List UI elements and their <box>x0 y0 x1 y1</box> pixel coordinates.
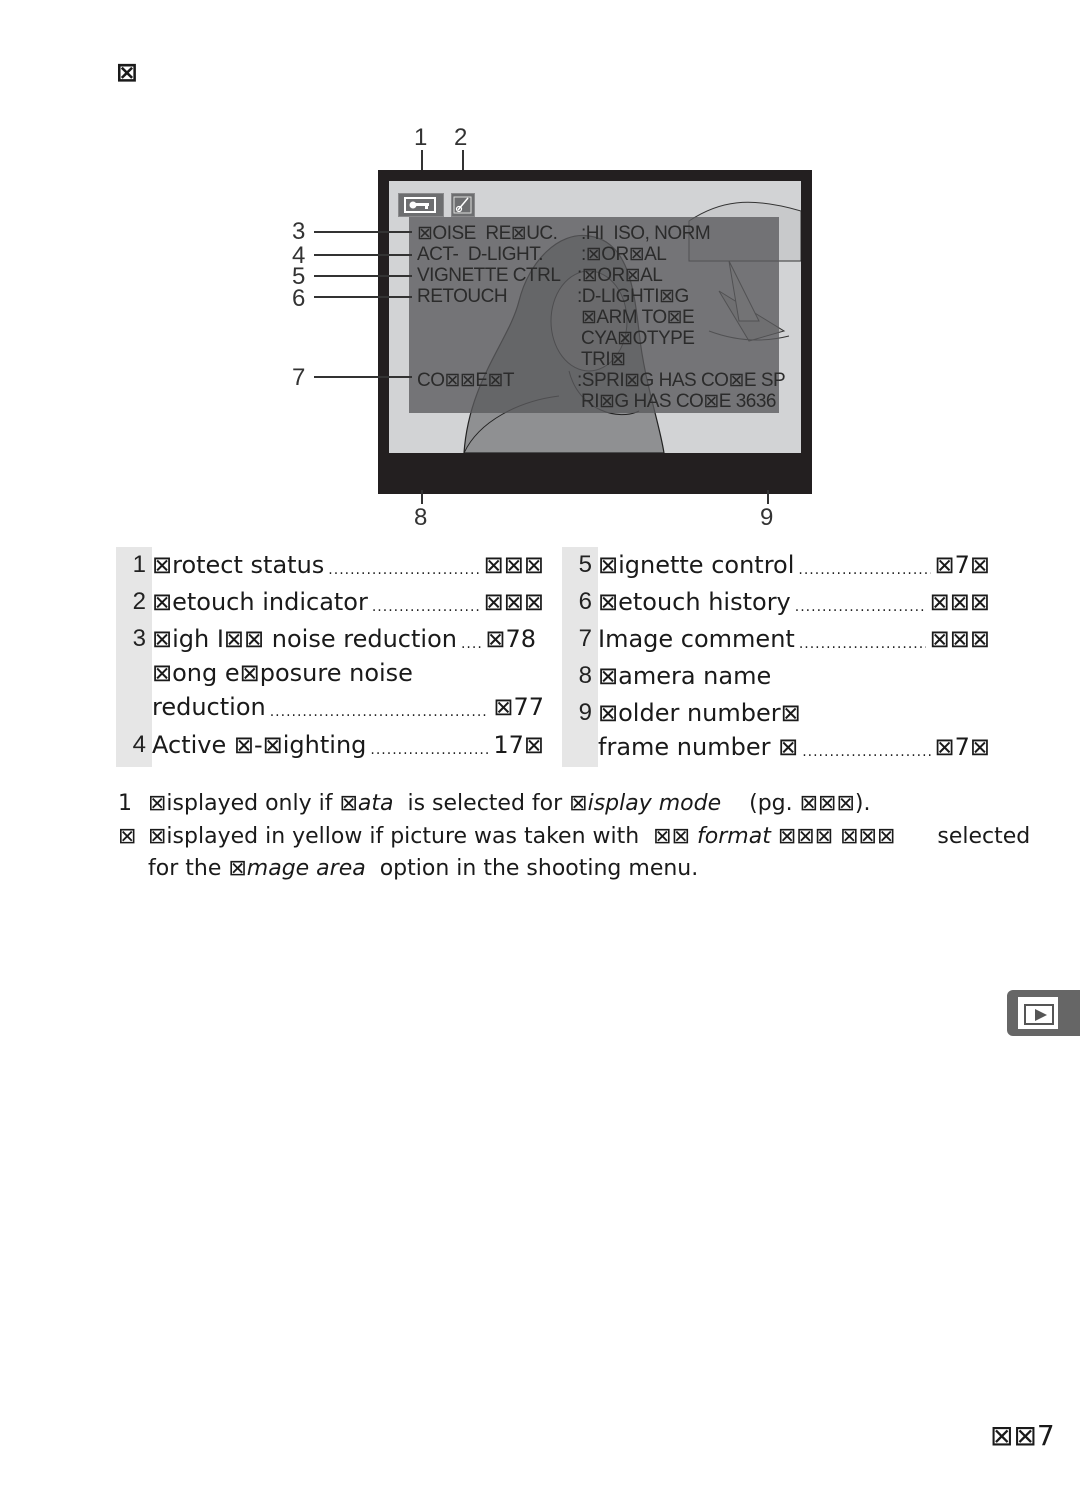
osd-noise-reduction-label: ⊠OISE RE⊠UC. <box>417 223 558 244</box>
osd-active-dlighting-value: :⊠OR⊠AL <box>581 244 667 265</box>
footnote-2-cont: for the ⊠mage area option in the shootin… <box>148 856 699 881</box>
camera-monitor-screen: ⊠OISE RE⊠UC. :HI ISO, NORM ACT- D-LIGHT.… <box>378 170 812 494</box>
key-icon <box>398 193 444 217</box>
callout-line-9 <box>767 490 769 504</box>
osd-vignette-label: VIGNETTE CTRL <box>417 265 561 286</box>
callout-8: 8 <box>414 504 428 531</box>
legend-item: reduction...............................… <box>152 693 544 721</box>
legend-item: 7Image comment..........................… <box>578 625 990 653</box>
osd-retouch-value-1: :D-LIGHTI⊠G <box>577 286 689 307</box>
osd-comment-value-1: :SPRI⊠G HAS CO⊠E SP <box>577 370 786 391</box>
page-number: ⊠⊠7 <box>990 1419 1055 1452</box>
retouch-brush-icon <box>451 193 475 217</box>
callout-line-4 <box>314 254 412 256</box>
footnote-2: ⊠ ⊠isplayed in yellow if picture was take… <box>118 824 1031 849</box>
legend-item: 9 ⊠older number⊠ <box>578 699 801 727</box>
osd-retouch-label: RETOUCH <box>417 286 508 307</box>
callout-line-6 <box>314 296 412 298</box>
playback-section-tab[interactable] <box>1007 990 1080 1036</box>
callout-line-5 <box>314 275 412 277</box>
osd-comment-label: CO⊠⊠E⊠T <box>417 370 515 391</box>
osd-active-dlighting-label: ACT- D-LIGHT. <box>417 244 544 265</box>
section-heading: ⊠ <box>116 58 138 88</box>
legend-item: 1 ⊠rotect status.........................… <box>132 551 544 579</box>
legend-left: 1 ⊠rotect status.........................… <box>116 547 556 767</box>
legend-item: 8 ⊠amera name <box>578 662 772 690</box>
osd-noise-reduction-value: :HI ISO, NORM <box>581 223 711 244</box>
legend-item: 5 ⊠ignette control.......................… <box>578 551 990 579</box>
osd-vignette-value: :⊠OR⊠AL <box>577 265 663 286</box>
legend-right: 5 ⊠ignette control.......................… <box>562 547 1002 767</box>
osd-retouch-value-3: CYA⊠OTYPE <box>581 328 695 349</box>
legend-item: 3⊠igh I⊠⊠ noise reduction...............… <box>132 625 536 653</box>
callout-7: 7 <box>292 364 306 391</box>
callout-line-3 <box>314 231 412 233</box>
legend-item: 2⊠etouch indicator......................… <box>132 588 544 616</box>
callout-2: 2 <box>454 124 468 151</box>
osd-comment-value-2: RI⊠G HAS CO⊠E 3636 <box>581 391 776 412</box>
osd-retouch-value-4: TRI⊠ <box>581 349 626 370</box>
callout-1: 1 <box>414 124 428 151</box>
photo-display: ⊠OISE RE⊠UC. :HI ISO, NORM ACT- D-LIGHT.… <box>389 181 801 453</box>
callout-9: 9 <box>760 504 774 531</box>
legend-item: 4 Active ⊠-⊠ighting......................… <box>132 731 544 759</box>
footnote-1: 1 ⊠isplayed only if ⊠ata is selected for … <box>118 791 871 816</box>
playback-icon <box>1024 1004 1054 1025</box>
callout-line-7 <box>314 376 412 378</box>
legend-item: frame number ⊠..........................… <box>598 733 990 761</box>
legend-item: 6 ⊠etouch history........................… <box>578 588 990 616</box>
legend-item: ⊠ong e⊠posure noise <box>152 659 413 687</box>
callout-6: 6 <box>292 285 306 312</box>
osd-retouch-value-2: ⊠ARM TO⊠E <box>581 307 695 328</box>
callout-line-8 <box>421 490 423 504</box>
callout-3: 3 <box>292 218 306 245</box>
